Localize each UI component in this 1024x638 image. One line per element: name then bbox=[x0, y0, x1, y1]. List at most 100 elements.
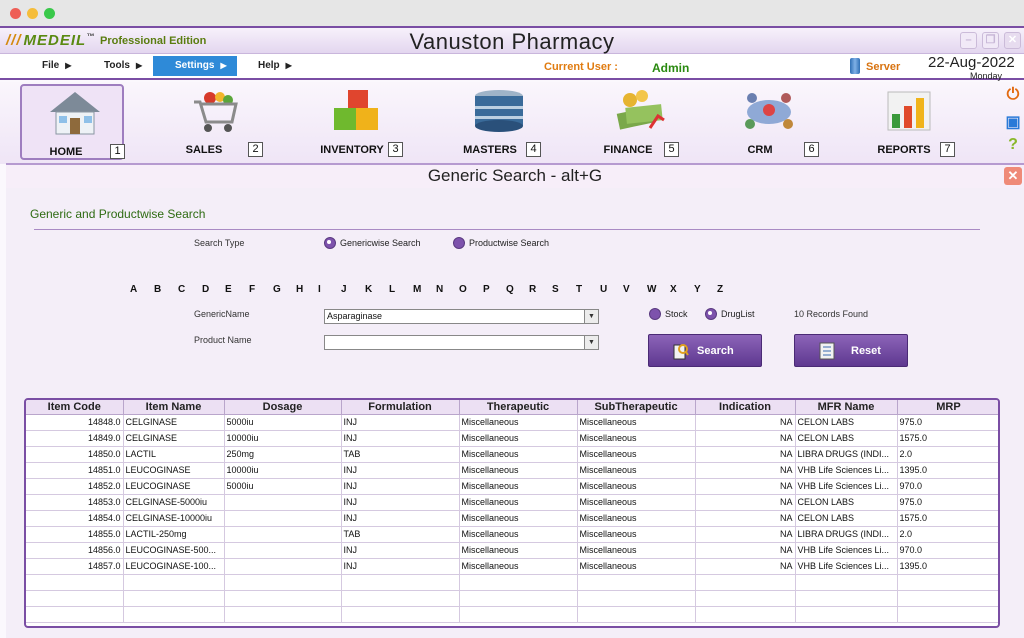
column-header[interactable]: SubTherapeutic bbox=[577, 400, 696, 415]
table-cell bbox=[795, 590, 898, 607]
product-name-dropdown[interactable]: ▼ bbox=[584, 335, 599, 350]
close-button[interactable]: ✕ bbox=[1004, 32, 1021, 49]
generic-name-dropdown[interactable]: ▼ bbox=[584, 309, 599, 324]
alphabet-letter[interactable]: F bbox=[249, 284, 255, 295]
alphabet-letter[interactable]: T bbox=[576, 284, 582, 295]
close-window-button[interactable] bbox=[10, 8, 21, 19]
alphabet-letter[interactable]: S bbox=[552, 284, 559, 295]
module-sales[interactable]: SALES 2 bbox=[162, 84, 266, 160]
maximize-window-button[interactable] bbox=[44, 8, 55, 19]
column-header[interactable]: MRP bbox=[897, 400, 998, 415]
alphabet-letter[interactable]: O bbox=[459, 284, 467, 295]
radio-genericwise[interactable]: Genericwise Search bbox=[324, 237, 421, 249]
radio-druglist[interactable]: DrugList bbox=[705, 308, 755, 320]
table-cell: VHB Life Sciences Li... bbox=[795, 558, 898, 575]
column-header[interactable]: Indication bbox=[695, 400, 796, 415]
module-reports[interactable]: REPORTS 7 bbox=[856, 84, 960, 160]
column-header[interactable]: Dosage bbox=[224, 400, 342, 415]
search-button[interactable]: Search bbox=[648, 334, 762, 367]
alphabet-letter[interactable]: G bbox=[273, 284, 281, 295]
table-cell: CELON LABS bbox=[795, 494, 898, 511]
table-row[interactable]: 14857.0 LEUCOGINASE-100... INJ Miscellaneou… bbox=[26, 558, 998, 575]
menu-tools[interactable]: Tools ▶ bbox=[104, 60, 142, 71]
alphabet-letter[interactable]: X bbox=[670, 284, 677, 295]
radio-stock[interactable]: Stock bbox=[649, 308, 688, 320]
alphabet-letter[interactable]: I bbox=[318, 284, 321, 295]
server-icon[interactable] bbox=[850, 58, 860, 74]
alphabet-letter[interactable]: J bbox=[341, 284, 347, 295]
table-cell bbox=[224, 510, 342, 527]
table-cell bbox=[695, 574, 796, 591]
shopping-cart-icon bbox=[194, 92, 238, 132]
table-row[interactable]: 14855.0 LACTIL-250mg TAB Miscellaneous Misce… bbox=[26, 526, 998, 543]
table-cell: INJ bbox=[341, 462, 460, 479]
alphabet-letter[interactable]: D bbox=[202, 284, 209, 295]
table-cell: INJ bbox=[341, 494, 460, 511]
alphabet-letter[interactable]: L bbox=[389, 284, 395, 295]
alphabet-letter[interactable]: N bbox=[436, 284, 443, 295]
alphabet-letter[interactable]: A bbox=[130, 284, 137, 295]
generic-name-field[interactable]: Asparaginase bbox=[324, 309, 586, 324]
table-row[interactable]: 14851.0 LEUCOGINASE 10000iu INJ Miscellaneou… bbox=[26, 462, 998, 479]
module-inventory[interactable]: INVENTORY 3 bbox=[304, 84, 408, 160]
alphabet-letter[interactable]: R bbox=[529, 284, 536, 295]
table-row[interactable]: 14850.0 LACTIL 250mg TAB Miscellaneous Miscel… bbox=[26, 446, 998, 463]
alphabet-letter[interactable]: M bbox=[413, 284, 421, 295]
table-row[interactable]: 14856.0 LEUCOGINASE-500... INJ Miscellaneou… bbox=[26, 542, 998, 559]
menu-settings[interactable]: Settings ▶ bbox=[153, 56, 237, 76]
minimize-window-button[interactable] bbox=[27, 8, 38, 19]
alphabet-letter[interactable]: C bbox=[178, 284, 185, 295]
panel-close-button[interactable]: ✕ bbox=[1004, 167, 1022, 185]
alphabet-letter[interactable]: H bbox=[296, 284, 303, 295]
alphabet-letter[interactable]: P bbox=[483, 284, 490, 295]
module-crm[interactable]: CRM 6 bbox=[716, 84, 820, 160]
reset-button[interactable]: Reset bbox=[794, 334, 908, 367]
table-cell: LACTIL-250mg bbox=[123, 526, 225, 543]
alphabet-letter[interactable]: Z bbox=[717, 284, 723, 295]
alphabet-letter[interactable]: W bbox=[647, 284, 656, 295]
menu-help[interactable]: Help ▶ bbox=[258, 60, 292, 71]
alphabet-letter[interactable]: B bbox=[154, 284, 161, 295]
table-cell bbox=[795, 606, 898, 623]
table-cell: Miscellaneous bbox=[577, 494, 696, 511]
table-row[interactable]: 14854.0 CELGINASE-10000iu INJ Miscellaneous… bbox=[26, 510, 998, 527]
minimize-button[interactable]: – bbox=[960, 32, 977, 49]
table-row[interactable]: 14852.0 LEUCOGINASE 5000iu INJ Miscellaneous… bbox=[26, 478, 998, 495]
radio-productwise[interactable]: Productwise Search bbox=[453, 237, 549, 249]
server-label[interactable]: Server bbox=[866, 61, 900, 73]
table-cell: NA bbox=[695, 446, 796, 463]
menu-file[interactable]: File ▶ bbox=[42, 60, 71, 71]
module-home[interactable]: HOME 1 bbox=[20, 84, 125, 160]
product-name-field[interactable] bbox=[324, 335, 586, 350]
table-row[interactable]: 14849.0 CELGINASE 10000iu INJ Miscellaneous M… bbox=[26, 430, 998, 447]
help-icon[interactable]: ? bbox=[1004, 136, 1022, 154]
module-finance[interactable]: FINANCE 5 bbox=[588, 84, 692, 160]
module-masters[interactable]: MASTERS 4 bbox=[446, 84, 550, 160]
alphabet-letter[interactable]: Q bbox=[506, 284, 514, 295]
reset-button-label: Reset bbox=[851, 345, 881, 357]
column-header[interactable]: MFR Name bbox=[795, 400, 898, 415]
alphabet-letter[interactable]: Y bbox=[694, 284, 701, 295]
module-label: CRM bbox=[747, 144, 773, 156]
column-header[interactable]: Formulation bbox=[341, 400, 460, 415]
column-header[interactable]: Item Code bbox=[26, 400, 124, 415]
results-table: Item Code Item Name Dosage Formulation Thera… bbox=[24, 398, 1000, 628]
restore-button[interactable]: ❐ bbox=[982, 32, 999, 49]
alphabet-letter[interactable]: K bbox=[365, 284, 372, 295]
table-cell: 10000iu bbox=[224, 462, 342, 479]
column-header[interactable]: Item Name bbox=[123, 400, 225, 415]
table-cell bbox=[224, 494, 342, 511]
power-icon[interactable]: ⏻ bbox=[1004, 86, 1022, 104]
table-cell: Miscellaneous bbox=[577, 526, 696, 543]
table-cell bbox=[224, 558, 342, 575]
table-cell: NA bbox=[695, 542, 796, 559]
table-cell: CELGINASE bbox=[123, 414, 225, 431]
monitor-icon[interactable]: ▣ bbox=[1004, 112, 1022, 131]
table-cell: NA bbox=[695, 430, 796, 447]
column-header[interactable]: Therapeutic bbox=[459, 400, 578, 415]
alphabet-letter[interactable]: E bbox=[225, 284, 232, 295]
table-row[interactable]: 14853.0 CELGINASE-5000iu INJ Miscellaneous M… bbox=[26, 494, 998, 511]
alphabet-letter[interactable]: V bbox=[623, 284, 630, 295]
table-row[interactable]: 14848.0 CELGINASE 5000iu INJ Miscellaneous Mi… bbox=[26, 414, 998, 431]
alphabet-letter[interactable]: U bbox=[600, 284, 607, 295]
